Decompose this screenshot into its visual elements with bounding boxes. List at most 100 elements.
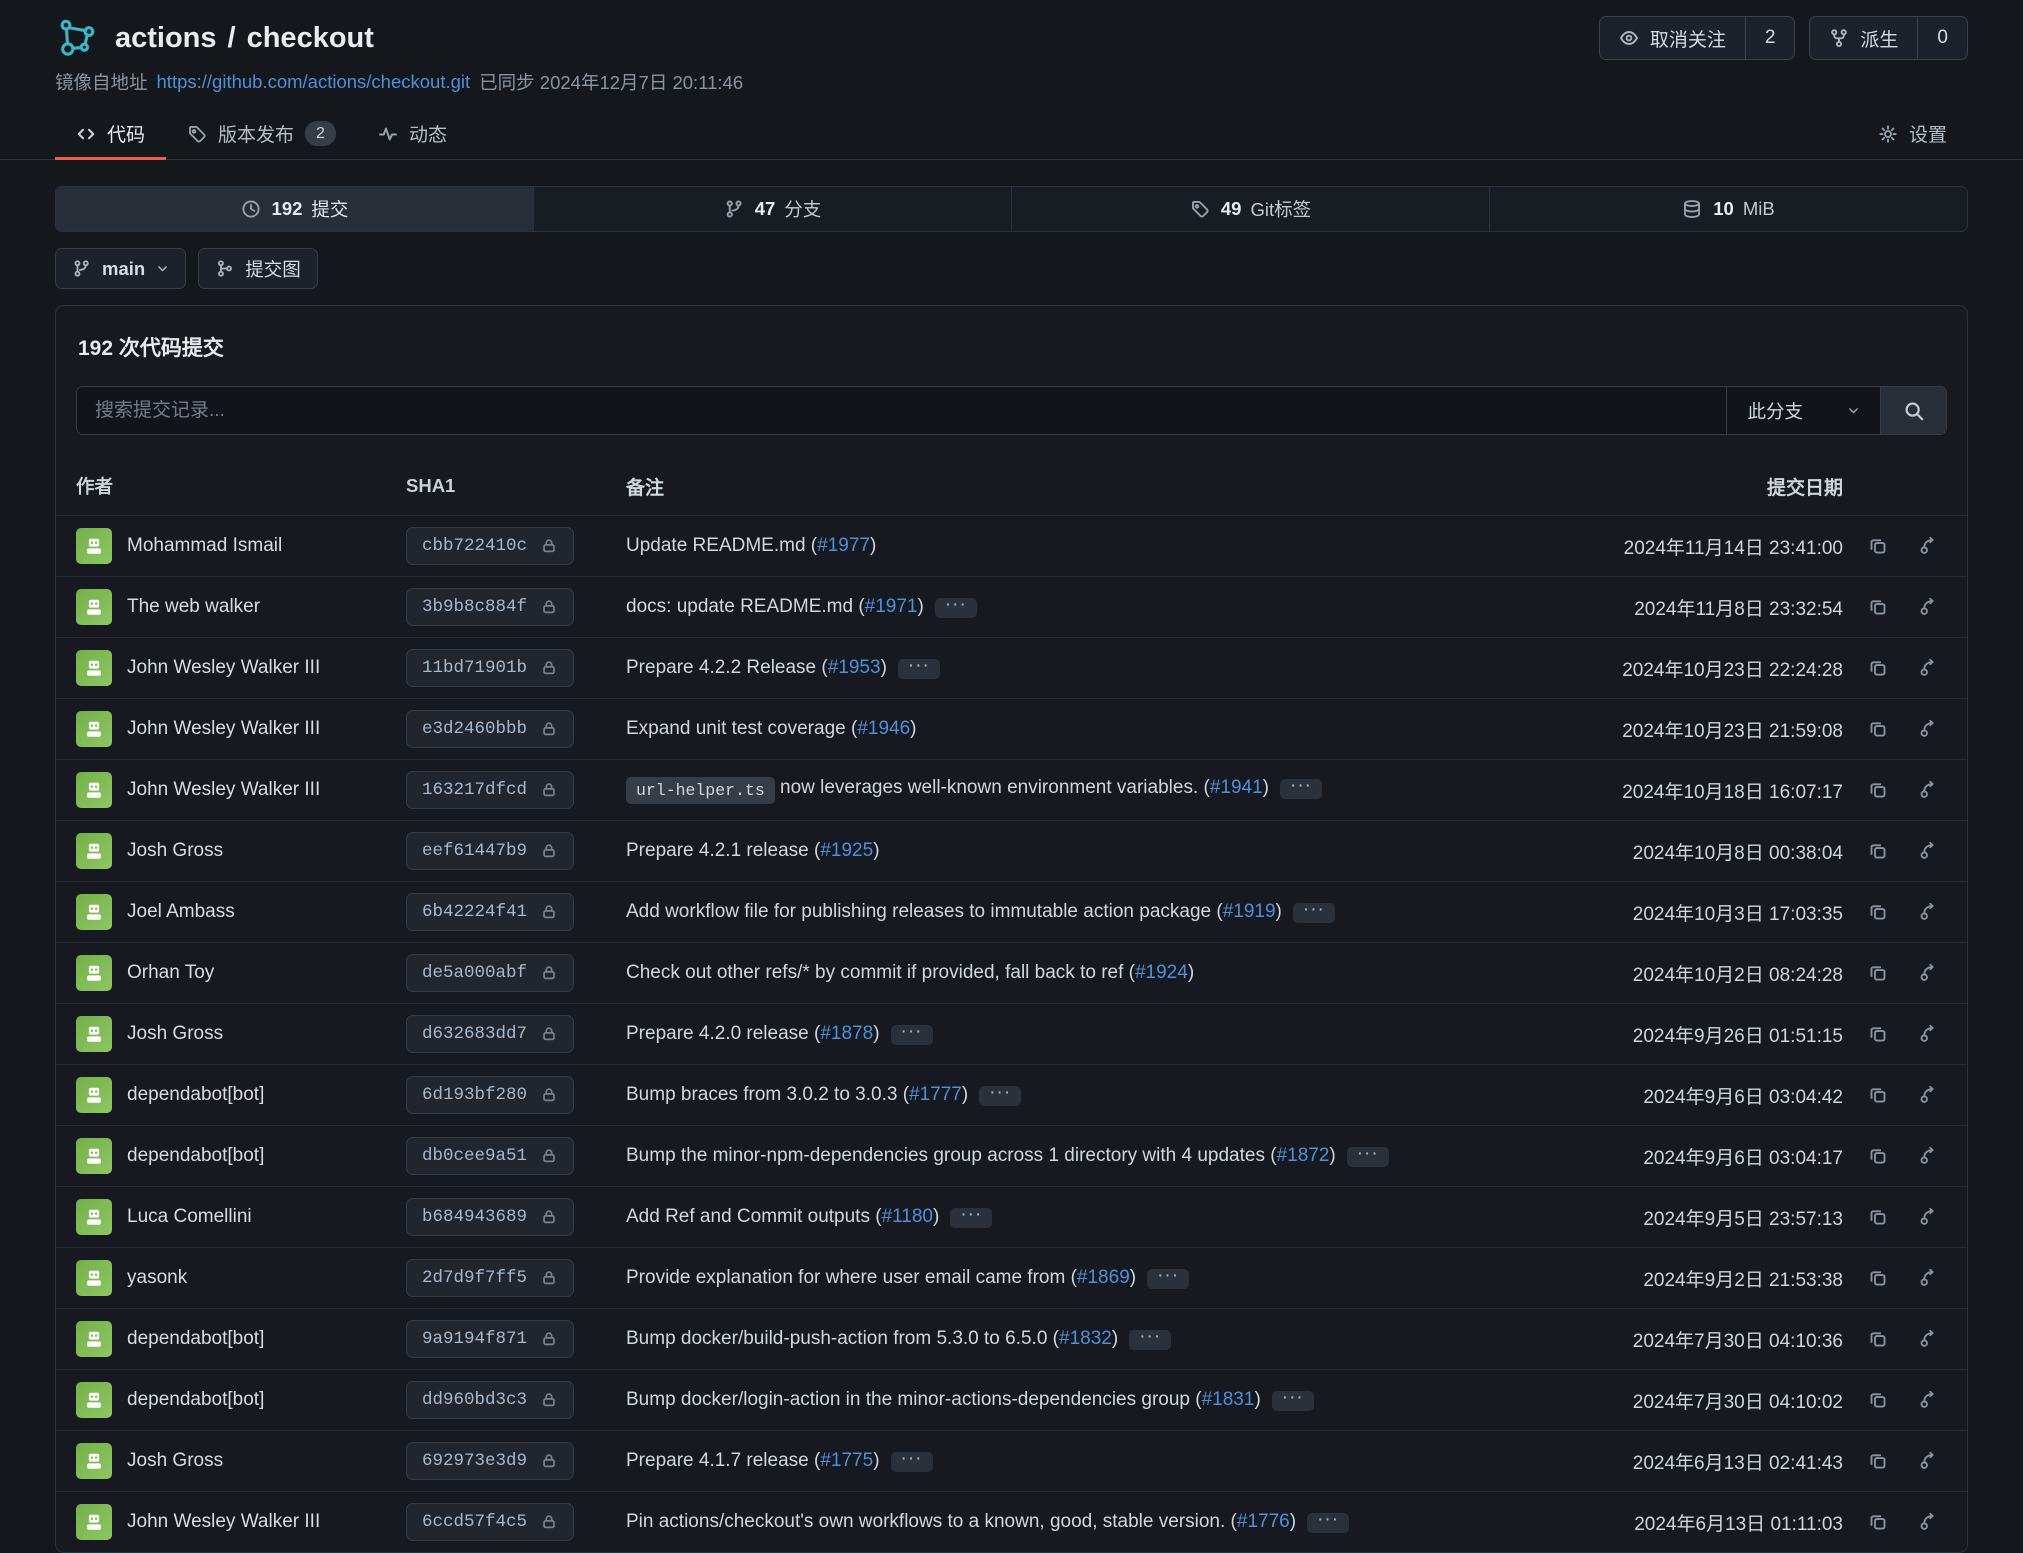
copy-sha-button[interactable]: [1859, 1076, 1897, 1114]
commit-expand-button[interactable]: ···: [891, 1452, 933, 1472]
forks-count[interactable]: 0: [1917, 17, 1967, 59]
search-button[interactable]: [1880, 387, 1946, 434]
sha-badge[interactable]: dd960bd3c3: [406, 1381, 574, 1419]
author-link[interactable]: dependabot[bot]: [127, 1328, 264, 1350]
cherry-pick-button[interactable]: [1909, 893, 1947, 931]
author-link[interactable]: Orhan Toy: [127, 962, 214, 984]
stats-branches[interactable]: 47 分支: [533, 187, 1011, 231]
commit-expand-button[interactable]: ···: [1280, 779, 1322, 799]
cherry-pick-button[interactable]: [1909, 1076, 1947, 1114]
pr-link[interactable]: #1776: [1237, 1511, 1290, 1532]
author-link[interactable]: Luca Comellini: [127, 1206, 252, 1228]
stats-commits[interactable]: 192 提交: [56, 187, 533, 231]
cherry-pick-button[interactable]: [1909, 1137, 1947, 1175]
copy-sha-button[interactable]: [1859, 1198, 1897, 1236]
commit-expand-button[interactable]: ···: [979, 1086, 1021, 1106]
sha-badge[interactable]: d632683dd7: [406, 1015, 574, 1053]
commit-expand-button[interactable]: ···: [891, 1025, 933, 1045]
pr-link[interactable]: #1869: [1077, 1267, 1130, 1288]
copy-sha-button[interactable]: [1859, 1015, 1897, 1053]
copy-sha-button[interactable]: [1859, 649, 1897, 687]
copy-sha-button[interactable]: [1859, 1259, 1897, 1297]
cherry-pick-button[interactable]: [1909, 1442, 1947, 1480]
pr-link[interactable]: #1872: [1277, 1145, 1330, 1166]
avatar[interactable]: [76, 955, 112, 991]
avatar[interactable]: [76, 1016, 112, 1052]
copy-sha-button[interactable]: [1859, 1137, 1897, 1175]
fork-button[interactable]: 派生: [1810, 17, 1917, 59]
pr-link[interactable]: #1831: [1202, 1389, 1255, 1410]
search-input[interactable]: [77, 387, 1726, 434]
pr-link[interactable]: #1977: [817, 535, 870, 556]
sha-badge[interactable]: de5a000abf: [406, 954, 574, 992]
copy-sha-button[interactable]: [1859, 1381, 1897, 1419]
sha-badge[interactable]: 9a9194f871: [406, 1320, 574, 1358]
cherry-pick-button[interactable]: [1909, 1320, 1947, 1358]
sha-badge[interactable]: eef61447b9: [406, 832, 574, 870]
avatar[interactable]: [76, 833, 112, 869]
sha-badge[interactable]: 6ccd57f4c5: [406, 1503, 574, 1541]
sha-badge[interactable]: b684943689: [406, 1198, 574, 1236]
tab-code[interactable]: 代码: [55, 108, 166, 159]
unwatch-button[interactable]: 取消关注: [1600, 17, 1745, 59]
author-link[interactable]: dependabot[bot]: [127, 1145, 264, 1167]
watchers-count[interactable]: 2: [1745, 17, 1795, 59]
author-link[interactable]: Josh Gross: [127, 840, 223, 862]
sha-badge[interactable]: 2d7d9f7ff5: [406, 1259, 574, 1297]
author-link[interactable]: dependabot[bot]: [127, 1389, 264, 1411]
sha-badge[interactable]: db0cee9a51: [406, 1137, 574, 1175]
cherry-pick-button[interactable]: [1909, 954, 1947, 992]
commit-graph-button[interactable]: 提交图: [198, 248, 318, 289]
author-link[interactable]: John Wesley Walker III: [127, 1511, 320, 1533]
avatar[interactable]: [76, 772, 112, 808]
avatar[interactable]: [76, 894, 112, 930]
pr-link[interactable]: #1180: [882, 1206, 933, 1227]
commit-expand-button[interactable]: ···: [1129, 1330, 1171, 1350]
copy-sha-button[interactable]: [1859, 527, 1897, 565]
pr-link[interactable]: #1946: [857, 718, 910, 739]
sha-badge[interactable]: 163217dfcd: [406, 771, 574, 809]
cherry-pick-button[interactable]: [1909, 1198, 1947, 1236]
avatar[interactable]: [76, 1321, 112, 1357]
author-link[interactable]: Josh Gross: [127, 1450, 223, 1472]
copy-sha-button[interactable]: [1859, 710, 1897, 748]
pr-link[interactable]: #1925: [820, 840, 873, 861]
pr-link[interactable]: #1953: [828, 657, 881, 678]
pr-link[interactable]: #1924: [1135, 962, 1188, 983]
avatar[interactable]: [76, 650, 112, 686]
owner-link[interactable]: actions: [115, 22, 217, 55]
author-link[interactable]: John Wesley Walker III: [127, 718, 320, 740]
pr-link[interactable]: #1941: [1210, 777, 1263, 798]
author-link[interactable]: Joel Ambass: [127, 901, 235, 923]
author-link[interactable]: The web walker: [127, 596, 260, 618]
tab-activity[interactable]: 动态: [357, 108, 468, 159]
avatar[interactable]: [76, 1382, 112, 1418]
copy-sha-button[interactable]: [1859, 1320, 1897, 1358]
pr-link[interactable]: #1775: [820, 1450, 873, 1471]
pr-link[interactable]: #1832: [1059, 1328, 1112, 1349]
commit-expand-button[interactable]: ···: [1307, 1513, 1349, 1533]
copy-sha-button[interactable]: [1859, 1503, 1897, 1541]
author-link[interactable]: Josh Gross: [127, 1023, 223, 1045]
sha-badge[interactable]: 6d193bf280: [406, 1076, 574, 1114]
stats-tags[interactable]: 49 Git标签: [1011, 187, 1489, 231]
commit-expand-button[interactable]: ···: [935, 598, 977, 618]
author-link[interactable]: John Wesley Walker III: [127, 657, 320, 679]
branch-selector[interactable]: main: [55, 248, 186, 289]
avatar[interactable]: [76, 528, 112, 564]
author-link[interactable]: John Wesley Walker III: [127, 779, 320, 801]
sha-badge[interactable]: 6b42224f41: [406, 893, 574, 931]
pr-link[interactable]: #1878: [820, 1023, 873, 1044]
commit-expand-button[interactable]: ···: [1347, 1147, 1389, 1167]
avatar[interactable]: [76, 1138, 112, 1174]
cherry-pick-button[interactable]: [1909, 710, 1947, 748]
avatar[interactable]: [76, 1260, 112, 1296]
author-link[interactable]: yasonk: [127, 1267, 187, 1289]
author-link[interactable]: dependabot[bot]: [127, 1084, 264, 1106]
pr-link[interactable]: #1919: [1223, 901, 1276, 922]
commit-expand-button[interactable]: ···: [1147, 1269, 1189, 1289]
branch-scope-select[interactable]: 此分支: [1726, 387, 1880, 434]
avatar[interactable]: [76, 1443, 112, 1479]
copy-sha-button[interactable]: [1859, 893, 1897, 931]
cherry-pick-button[interactable]: [1909, 1381, 1947, 1419]
